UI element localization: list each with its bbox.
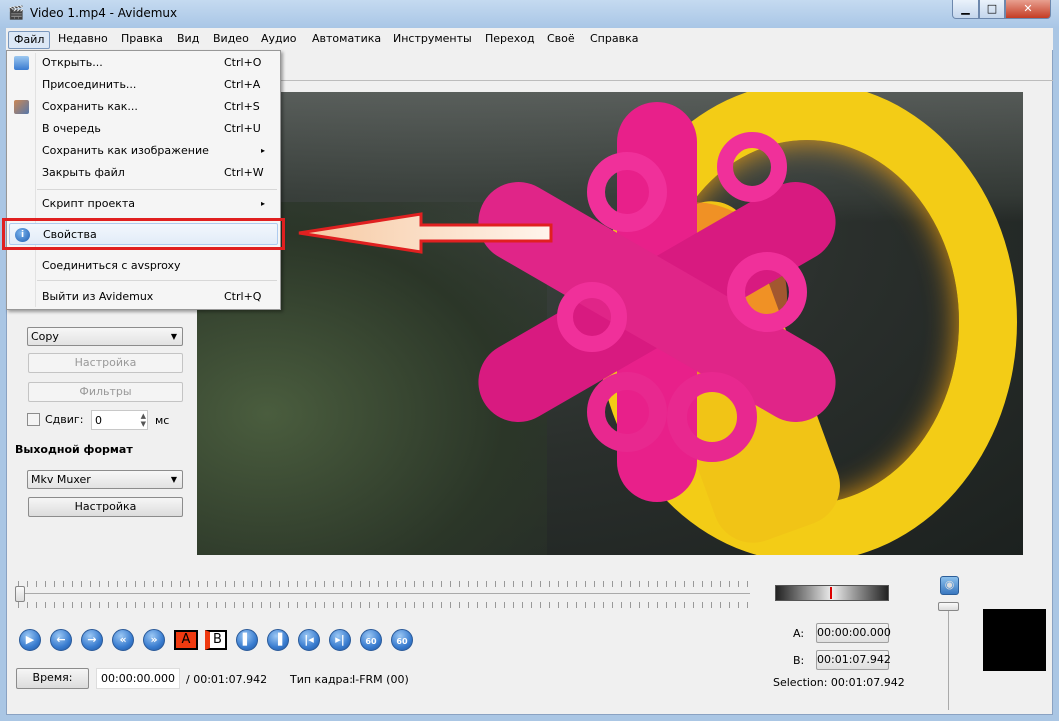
frame-type-label: Тип кадра: bbox=[290, 673, 353, 686]
timeline-ticks-top bbox=[18, 581, 750, 587]
shift-label: Сдвиг: bbox=[45, 413, 84, 426]
toolbar-divider bbox=[280, 80, 1053, 81]
goto-marker-b-icon[interactable]: ▐ bbox=[267, 629, 289, 651]
set-marker-a-button[interactable]: A bbox=[174, 630, 198, 650]
close-button[interactable]: ✕ bbox=[1005, 0, 1051, 19]
annotation-arrow-icon bbox=[298, 212, 553, 254]
menu-go[interactable]: Переход bbox=[480, 31, 540, 49]
menu-custom[interactable]: Своё bbox=[542, 31, 580, 49]
timeline-ticks-bottom bbox=[18, 602, 750, 608]
title-bar: 🎬 Video 1.mp4 - Avidemux ▁ □ ✕ bbox=[0, 0, 1059, 28]
menu-item-project-script[interactable]: Скрипт проекта ▸ bbox=[9, 193, 278, 215]
frame-type-value: I-FRM (00) bbox=[352, 673, 409, 686]
goto-marker-a-icon[interactable]: ▌ bbox=[236, 629, 258, 651]
total-time: / 00:01:07.942 bbox=[186, 673, 268, 686]
submenu-arrow-icon: ▸ bbox=[261, 199, 266, 208]
next-keyframe-icon[interactable]: » bbox=[143, 629, 165, 651]
timeline-handle[interactable] bbox=[15, 586, 25, 602]
audio-codec-value: Copy bbox=[31, 330, 59, 343]
window-title: Video 1.mp4 - Avidemux bbox=[30, 6, 178, 20]
previous-keyframe-icon[interactable]: « bbox=[112, 629, 134, 651]
menu-auto[interactable]: Автоматика bbox=[307, 31, 386, 49]
back-60-icon[interactable]: 60 bbox=[360, 629, 382, 651]
jog-shuttle[interactable] bbox=[775, 585, 889, 601]
next-frame-icon[interactable]: → bbox=[81, 629, 103, 651]
menu-item-save-image[interactable]: Сохранить как изображение ▸ bbox=[9, 140, 278, 162]
marker-a-time[interactable]: 00:00:00.000 bbox=[816, 623, 891, 643]
marker-a-label: A: bbox=[793, 627, 805, 640]
audio-filters-button[interactable]: Фильтры bbox=[28, 382, 183, 402]
audio-settings-button[interactable]: Настройка bbox=[28, 353, 183, 373]
muxer-settings-button[interactable]: Настройка bbox=[28, 497, 183, 517]
marker-b-label: B: bbox=[793, 654, 805, 667]
speaker-icon[interactable]: ◉ bbox=[940, 576, 959, 595]
file-menu: Открыть... Ctrl+O Присоединить... Ctrl+A С… bbox=[6, 50, 281, 310]
menu-tools[interactable]: Инструменты bbox=[388, 31, 477, 49]
save-icon bbox=[14, 100, 29, 114]
shift-value: 0 bbox=[95, 414, 102, 427]
app-clapper-icon: 🎬 bbox=[8, 6, 25, 21]
audio-meter bbox=[983, 609, 1046, 671]
current-time-input[interactable]: 00:00:00.000 bbox=[96, 668, 180, 689]
menu-edit[interactable]: Правка bbox=[116, 31, 168, 49]
menu-view[interactable]: Вид bbox=[172, 31, 204, 49]
menu-item-queue[interactable]: В очередь Ctrl+U bbox=[9, 118, 278, 140]
menu-item-append[interactable]: Присоединить... Ctrl+A bbox=[9, 74, 278, 96]
menu-file[interactable]: Файл bbox=[8, 31, 51, 49]
muxer-select[interactable]: Mkv Muxer ▼ bbox=[27, 470, 183, 489]
set-marker-b-button[interactable]: B bbox=[205, 630, 227, 650]
menu-item-quit[interactable]: Выйти из Avidemux Ctrl+Q bbox=[9, 286, 278, 308]
menu-video[interactable]: Видео bbox=[208, 31, 254, 49]
menu-item-close[interactable]: Закрыть файл Ctrl+W bbox=[9, 162, 278, 184]
chevron-down-icon: ▼ bbox=[170, 332, 177, 341]
menu-bar: Файл Недавно Правка Вид Видео Аудио Авто… bbox=[6, 28, 1053, 50]
video-preview bbox=[197, 92, 1023, 555]
menu-item-avsproxy[interactable]: Соединиться с avsproxy bbox=[9, 255, 278, 277]
timeline-track[interactable] bbox=[18, 593, 750, 594]
marker-b-time[interactable]: 00:01:07.942 bbox=[816, 650, 891, 670]
muxer-value: Mkv Muxer bbox=[31, 473, 91, 486]
shift-checkbox[interactable] bbox=[27, 413, 40, 426]
selection-duration: Selection: 00:01:07.942 bbox=[773, 676, 905, 689]
play-icon[interactable]: ▶ bbox=[19, 629, 41, 651]
goto-end-icon[interactable]: ▸| bbox=[329, 629, 351, 651]
maximize-button[interactable]: □ bbox=[979, 0, 1005, 19]
menu-help[interactable]: Справка bbox=[585, 31, 643, 49]
menu-recent[interactable]: Недавно bbox=[53, 31, 113, 49]
submenu-arrow-icon: ▸ bbox=[261, 146, 266, 155]
output-format-title: Выходной формат bbox=[15, 443, 133, 456]
minimize-button[interactable]: ▁ bbox=[952, 0, 979, 19]
menu-item-open[interactable]: Открыть... Ctrl+O bbox=[9, 52, 278, 74]
volume-track[interactable] bbox=[948, 605, 949, 710]
shift-input[interactable]: 0 ▲ ▼ bbox=[91, 410, 148, 430]
spinner-arrows-icon[interactable]: ▲ ▼ bbox=[141, 412, 146, 428]
previous-frame-icon[interactable]: ← bbox=[50, 629, 72, 651]
volume-handle[interactable] bbox=[938, 602, 959, 611]
chevron-down-icon: ▼ bbox=[170, 475, 177, 484]
time-button[interactable]: Время: bbox=[16, 668, 89, 689]
goto-start-icon[interactable]: |◂ bbox=[298, 629, 320, 651]
audio-codec-select[interactable]: Copy ▼ bbox=[27, 327, 183, 346]
highlight-box bbox=[2, 218, 285, 250]
menu-item-save-as[interactable]: Сохранить как... Ctrl+S bbox=[9, 96, 278, 118]
shift-unit: мс bbox=[155, 414, 170, 427]
open-folder-icon bbox=[14, 56, 29, 70]
forward-60-icon[interactable]: 60 bbox=[391, 629, 413, 651]
menu-audio[interactable]: Аудио bbox=[256, 31, 302, 49]
